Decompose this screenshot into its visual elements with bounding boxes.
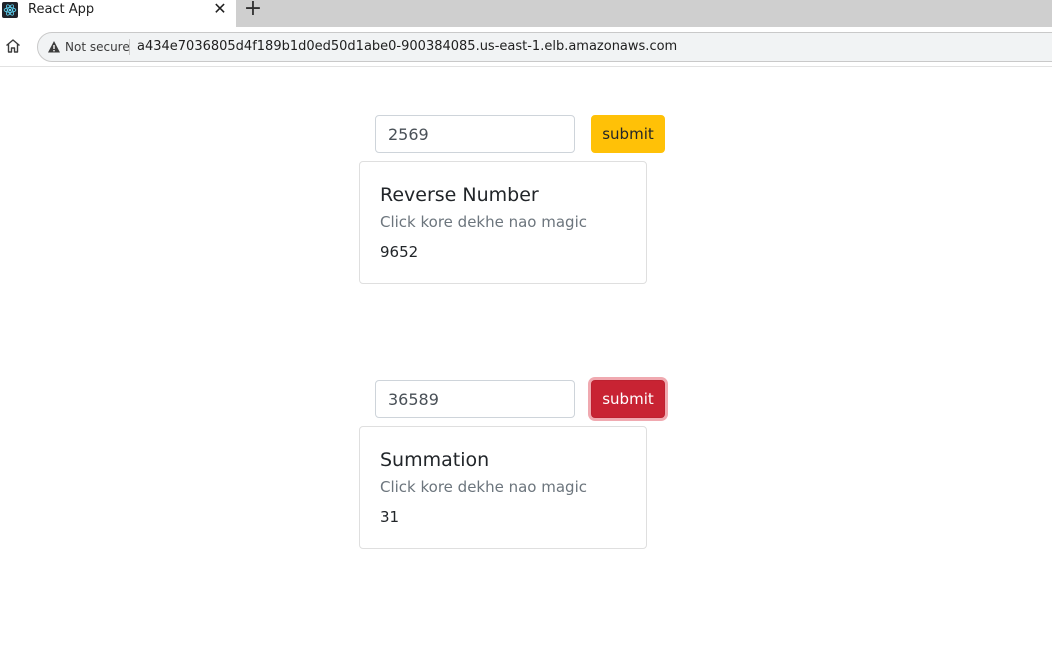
reverse-number-input[interactable] <box>375 115 575 153</box>
card-title: Summation <box>380 449 490 471</box>
card-result: 31 <box>380 508 400 526</box>
card-title: Reverse Number <box>380 184 539 206</box>
reverse-number-card: Reverse Number Click kore dekhe nao magi… <box>359 161 647 284</box>
browser-tab[interactable]: React App ✕ <box>0 0 236 27</box>
summation-input[interactable] <box>375 380 575 418</box>
url-divider <box>129 39 130 55</box>
react-logo-icon <box>2 2 18 18</box>
warning-triangle-icon[interactable] <box>47 40 61 54</box>
card-subtitle: Click kore dekhe nao magic <box>380 478 587 496</box>
tab-title: React App <box>28 2 95 17</box>
home-icon[interactable] <box>4 37 22 55</box>
security-status[interactable]: Not secure <box>65 40 130 54</box>
address-bar[interactable]: Not secure a434e7036805d4f189b1d0ed50d1a… <box>37 32 1052 62</box>
close-tab-icon[interactable]: ✕ <box>212 1 228 17</box>
new-tab-icon[interactable]: + <box>243 0 263 20</box>
url-text[interactable]: a434e7036805d4f189b1d0ed50d1abe0-9003840… <box>137 39 677 54</box>
card-result: 9652 <box>380 243 419 261</box>
summation-card: Summation Click kore dekhe nao magic 31 <box>359 426 647 549</box>
tab-strip: React App ✕ + <box>0 0 1052 27</box>
summation-submit-button[interactable]: submit <box>591 380 665 418</box>
reverse-submit-button[interactable]: submit <box>591 115 665 153</box>
browser-toolbar: Not secure a434e7036805d4f189b1d0ed50d1a… <box>0 27 1052 67</box>
card-subtitle: Click kore dekhe nao magic <box>380 213 587 231</box>
